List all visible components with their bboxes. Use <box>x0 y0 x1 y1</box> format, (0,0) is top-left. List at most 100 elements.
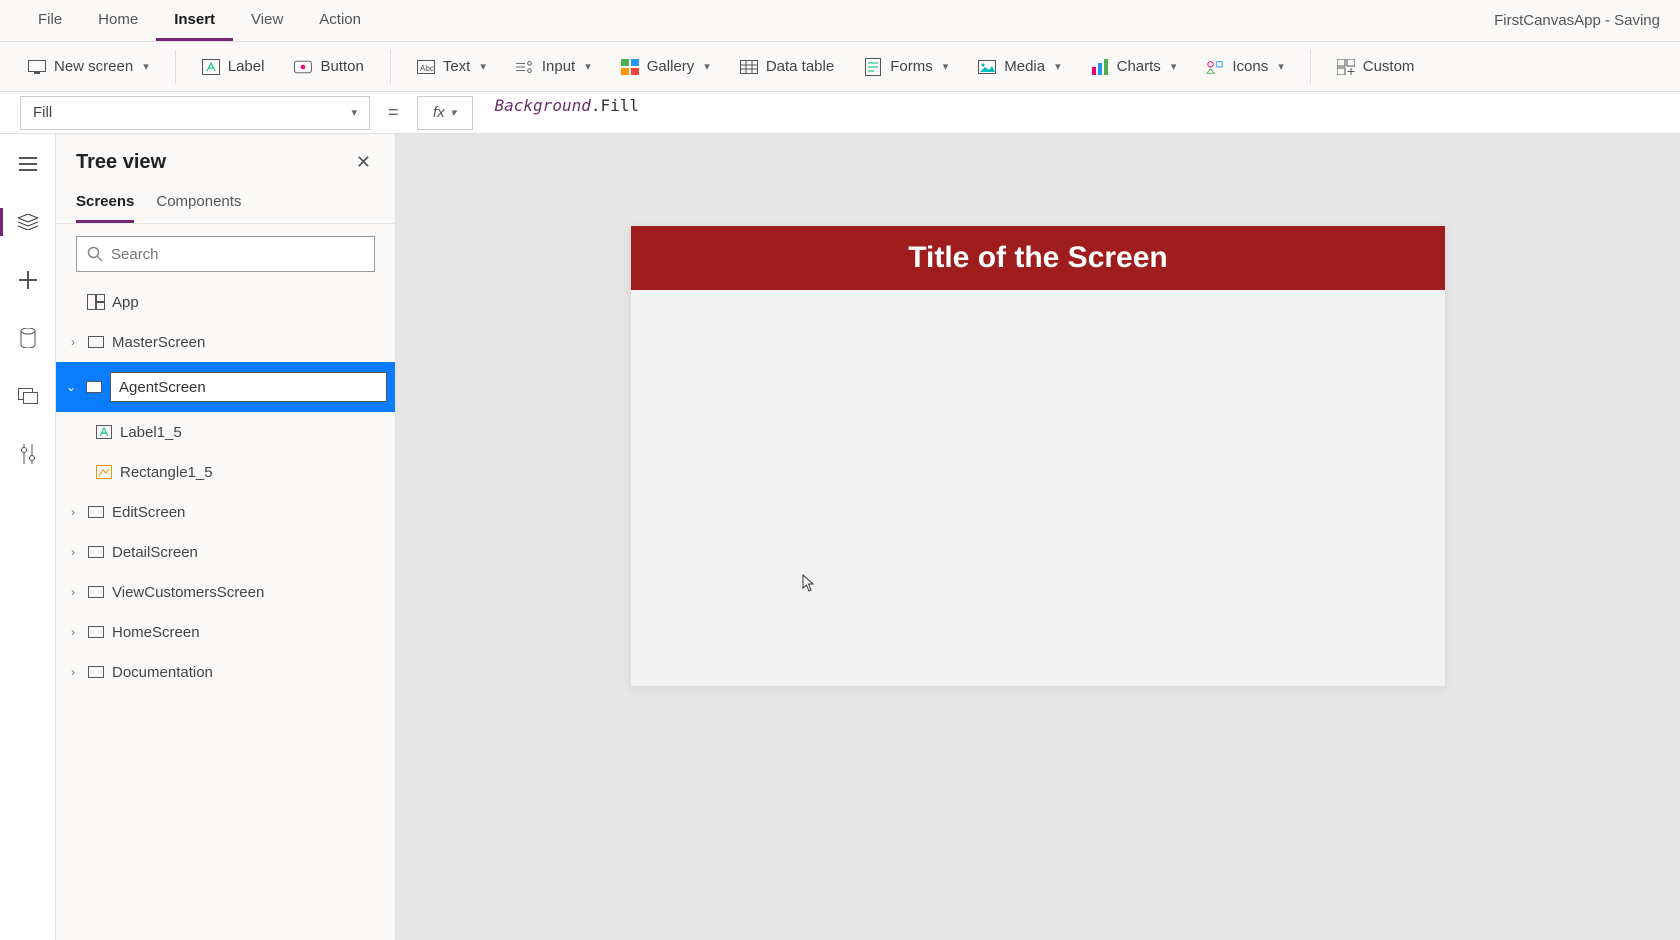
tree-homescreen[interactable]: › HomeScreen <box>56 612 395 652</box>
equals-sign: = <box>382 102 405 123</box>
button-label: Button <box>320 58 363 75</box>
custom-button[interactable]: Custom <box>1329 52 1423 82</box>
datatable-label: Data table <box>766 58 834 75</box>
media-label: Media <box>1004 58 1045 75</box>
screen-icon <box>86 663 106 681</box>
tree-detailscreen[interactable]: › DetailScreen <box>56 532 395 572</box>
chevron-down-icon: ▾ <box>451 106 457 119</box>
formula-input[interactable]: Background.Fill <box>485 96 1660 130</box>
chevron-down-icon: ▾ <box>351 106 357 119</box>
fx-button[interactable]: fx ▾ <box>417 96 473 130</box>
chevron-down-icon: ▾ <box>585 60 591 73</box>
table-icon <box>740 58 758 76</box>
screen-icon <box>84 378 104 396</box>
tab-screens[interactable]: Screens <box>76 185 134 223</box>
chevron-down-icon: ▾ <box>1171 60 1177 73</box>
rename-input[interactable] <box>110 372 387 402</box>
custom-label: Custom <box>1363 58 1415 75</box>
chevron-down-icon: ▾ <box>1278 60 1284 73</box>
canvas-area[interactable]: Title of the Screen <box>396 134 1680 940</box>
search-box[interactable] <box>76 236 375 272</box>
tree-label1-5[interactable]: Label1_5 <box>56 412 395 452</box>
menu-home[interactable]: Home <box>80 1 156 41</box>
formula-member: .Fill <box>591 96 639 115</box>
gallery-label: Gallery <box>647 58 695 75</box>
svg-text:Abc: Abc <box>420 64 434 73</box>
property-selector[interactable]: Fill ▾ <box>20 96 370 130</box>
gallery-icon <box>621 58 639 76</box>
menu-view[interactable]: View <box>233 1 301 41</box>
tree-documentation[interactable]: › Documentation <box>56 652 395 692</box>
data-button[interactable] <box>12 322 44 354</box>
menu-insert[interactable]: Insert <box>156 1 233 41</box>
label-button[interactable]: Label <box>194 52 273 82</box>
menu-action[interactable]: Action <box>301 1 379 41</box>
icons-button[interactable]: Icons ▾ <box>1198 52 1291 82</box>
insert-button[interactable] <box>12 264 44 296</box>
tree-agentscreen-selected[interactable]: ⌄ <box>56 362 395 412</box>
tree-rectangle1-5[interactable]: Rectangle1_5 <box>56 452 395 492</box>
input-button[interactable]: Input ▾ <box>508 52 599 82</box>
hamburger-button[interactable] <box>12 148 44 180</box>
text-label: Text <box>443 58 471 75</box>
separator <box>1310 50 1311 84</box>
tree-item-label: MasterScreen <box>112 334 205 351</box>
charts-icon <box>1091 58 1109 76</box>
button-button[interactable]: Button <box>286 52 371 82</box>
datatable-button[interactable]: Data table <box>732 52 842 82</box>
custom-icon <box>1337 58 1355 76</box>
tree-viewcustomersscreen[interactable]: › ViewCustomersScreen <box>56 572 395 612</box>
app-title: FirstCanvasApp - Saving <box>1494 12 1660 29</box>
formula-bar: Fill ▾ = fx ▾ Background.Fill <box>0 92 1680 134</box>
gallery-button[interactable]: Gallery ▾ <box>613 52 718 82</box>
menu-file[interactable]: File <box>20 1 80 41</box>
screen-preview[interactable]: Title of the Screen <box>631 226 1445 686</box>
search-icon <box>87 246 103 262</box>
tree-items: App › MasterScreen ⌄ Label1_5 Rectangle1… <box>56 282 395 940</box>
tab-components[interactable]: Components <box>156 185 241 223</box>
tree-view-button[interactable] <box>12 206 44 238</box>
charts-label: Charts <box>1117 58 1161 75</box>
search-input[interactable] <box>111 246 364 263</box>
media-button[interactable]: Media ▾ <box>970 52 1068 82</box>
app-icon <box>86 293 106 311</box>
text-button[interactable]: Abc Text ▾ <box>409 52 494 82</box>
tree-title: Tree view <box>76 151 166 174</box>
media-panel-button[interactable] <box>12 380 44 412</box>
input-label: Input <box>542 58 575 75</box>
tree-header: Tree view ✕ <box>56 134 395 185</box>
screen-title-bar[interactable]: Title of the Screen <box>631 226 1445 290</box>
forms-label: Forms <box>890 58 933 75</box>
chevron-down-icon: ▾ <box>943 60 949 73</box>
tree-item-label: Documentation <box>112 664 213 681</box>
media-icon <box>978 58 996 76</box>
expand-icon[interactable]: › <box>66 505 80 519</box>
expand-icon[interactable]: › <box>66 335 80 349</box>
left-rail <box>0 134 56 940</box>
expand-icon[interactable]: › <box>66 665 80 679</box>
forms-button[interactable]: Forms ▾ <box>856 52 956 82</box>
expand-icon[interactable]: › <box>66 625 80 639</box>
forms-icon <box>864 58 882 76</box>
tree-masterscreen[interactable]: › MasterScreen <box>56 322 395 362</box>
tree-item-label: Rectangle1_5 <box>120 464 213 481</box>
button-icon <box>294 58 312 76</box>
input-icon <box>516 58 534 76</box>
separator <box>390 50 391 84</box>
fx-label: fx <box>433 104 445 121</box>
collapse-icon[interactable]: ⌄ <box>64 380 78 394</box>
label-icon <box>94 423 114 441</box>
screen-icon <box>86 583 106 601</box>
close-icon[interactable]: ✕ <box>352 148 375 177</box>
advanced-button[interactable] <box>12 438 44 470</box>
tree-app-node[interactable]: App <box>56 282 395 322</box>
charts-button[interactable]: Charts ▾ <box>1083 52 1185 82</box>
tree-panel: Tree view ✕ Screens Components App <box>56 134 396 940</box>
expand-icon[interactable]: › <box>66 585 80 599</box>
tree-item-label: ViewCustomersScreen <box>112 584 264 601</box>
separator <box>175 50 176 84</box>
icons-label: Icons <box>1232 58 1268 75</box>
tree-editscreen[interactable]: › EditScreen <box>56 492 395 532</box>
new-screen-button[interactable]: New screen ▾ <box>20 52 157 82</box>
expand-icon[interactable]: › <box>66 545 80 559</box>
